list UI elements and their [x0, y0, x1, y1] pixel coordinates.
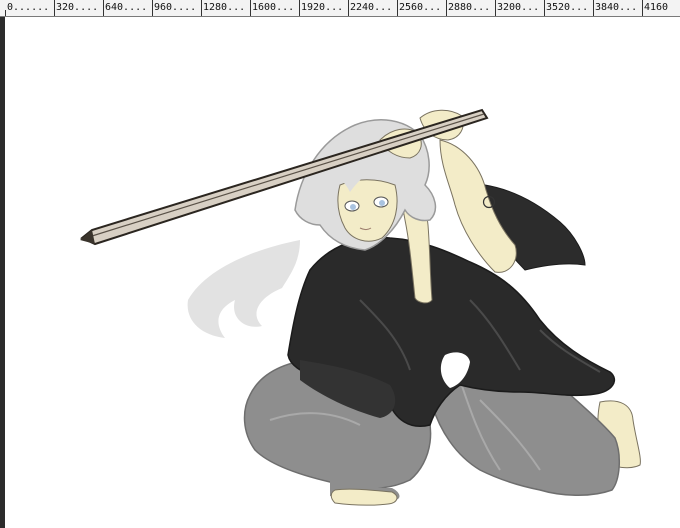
ruler-label-2880: 2880... [448, 2, 491, 13]
hair-motion-trail [187, 240, 300, 338]
ruler-label-960: 960.... [154, 2, 197, 13]
ruler-label-1600: 1600... [252, 2, 295, 13]
drawing-canvas[interactable] [5, 17, 680, 528]
ruler-label-3840: 3840... [595, 2, 638, 13]
ruler-label-320: 320.... [56, 2, 99, 13]
ruler-label-640: 640.... [105, 2, 148, 13]
paint-app-window: 0...... 320.... 640.... 960.... 1280... … [0, 0, 680, 528]
ruler-label-2240: 2240... [350, 2, 393, 13]
ruler-label-3520: 3520... [546, 2, 589, 13]
artwork-samurai-illustration [80, 108, 641, 506]
ruler-label-1920: 1920... [301, 2, 344, 13]
ruler-label-1280: 1280... [203, 2, 246, 13]
ruler-label-2560: 2560... [399, 2, 442, 13]
horizontal-ruler: 0...... 320.... 640.... 960.... 1280... … [0, 0, 680, 17]
front-foot [330, 488, 398, 506]
ruler-label-4160: 4160 [644, 2, 669, 13]
ruler-label-0: 0...... [7, 2, 50, 13]
ruler-label-3200: 3200... [497, 2, 540, 13]
